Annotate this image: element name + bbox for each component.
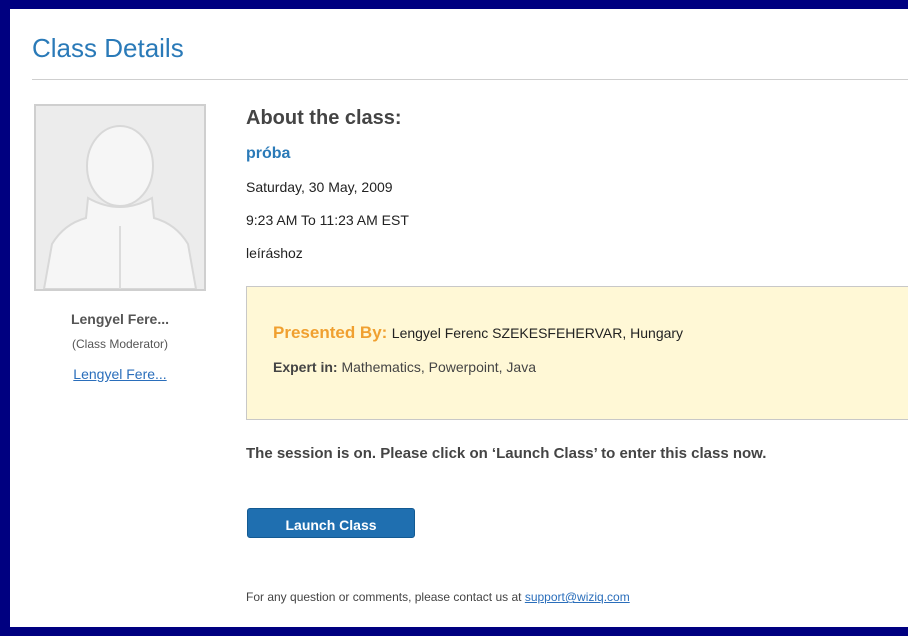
session-status-message: The session is on. Please click on ‘Laun… <box>246 445 767 462</box>
avatar <box>34 104 206 291</box>
presented-by-label: Presented By: <box>273 323 388 342</box>
footer-contact: For any question or comments, please con… <box>246 590 630 604</box>
footer-text: For any question or comments, please con… <box>246 590 522 604</box>
presenter-info: Lengyel Ferenc SZEKESFEHERVAR, Hungary <box>391 325 684 341</box>
page-title: Class Details <box>32 33 184 63</box>
class-time: 9:23 AM To 11:23 AM EST <box>246 212 409 228</box>
title-divider <box>32 79 908 80</box>
expert-in-subjects: Mathematics, Powerpoint, Java <box>341 359 536 375</box>
moderator-role: (Class Moderator) <box>71 337 169 351</box>
launch-class-button[interactable]: Launch Class <box>247 508 415 538</box>
about-heading: About the class: <box>246 107 402 129</box>
expert-in-label: Expert in: <box>273 359 338 375</box>
moderator-profile-link[interactable]: Lengyel Fere... <box>34 366 206 382</box>
presenter-box: Presented By: Lengyel Ferenc SZEKESFEHER… <box>246 286 908 420</box>
support-email-link[interactable]: support@wiziq.com <box>525 590 630 604</box>
class-date: Saturday, 30 May, 2009 <box>246 179 393 195</box>
user-silhouette-icon <box>36 106 204 289</box>
page-frame: Class Details Lengyel Fere... (Class Mod… <box>10 9 908 627</box>
class-name: próba <box>246 145 291 162</box>
moderator-name: Lengyel Fere... <box>70 311 170 327</box>
presented-by-line: Presented By: Lengyel Ferenc SZEKESFEHER… <box>273 323 683 343</box>
class-description: leíráshoz <box>246 245 303 261</box>
expert-in-line: Expert in: Mathematics, Powerpoint, Java <box>273 359 536 375</box>
